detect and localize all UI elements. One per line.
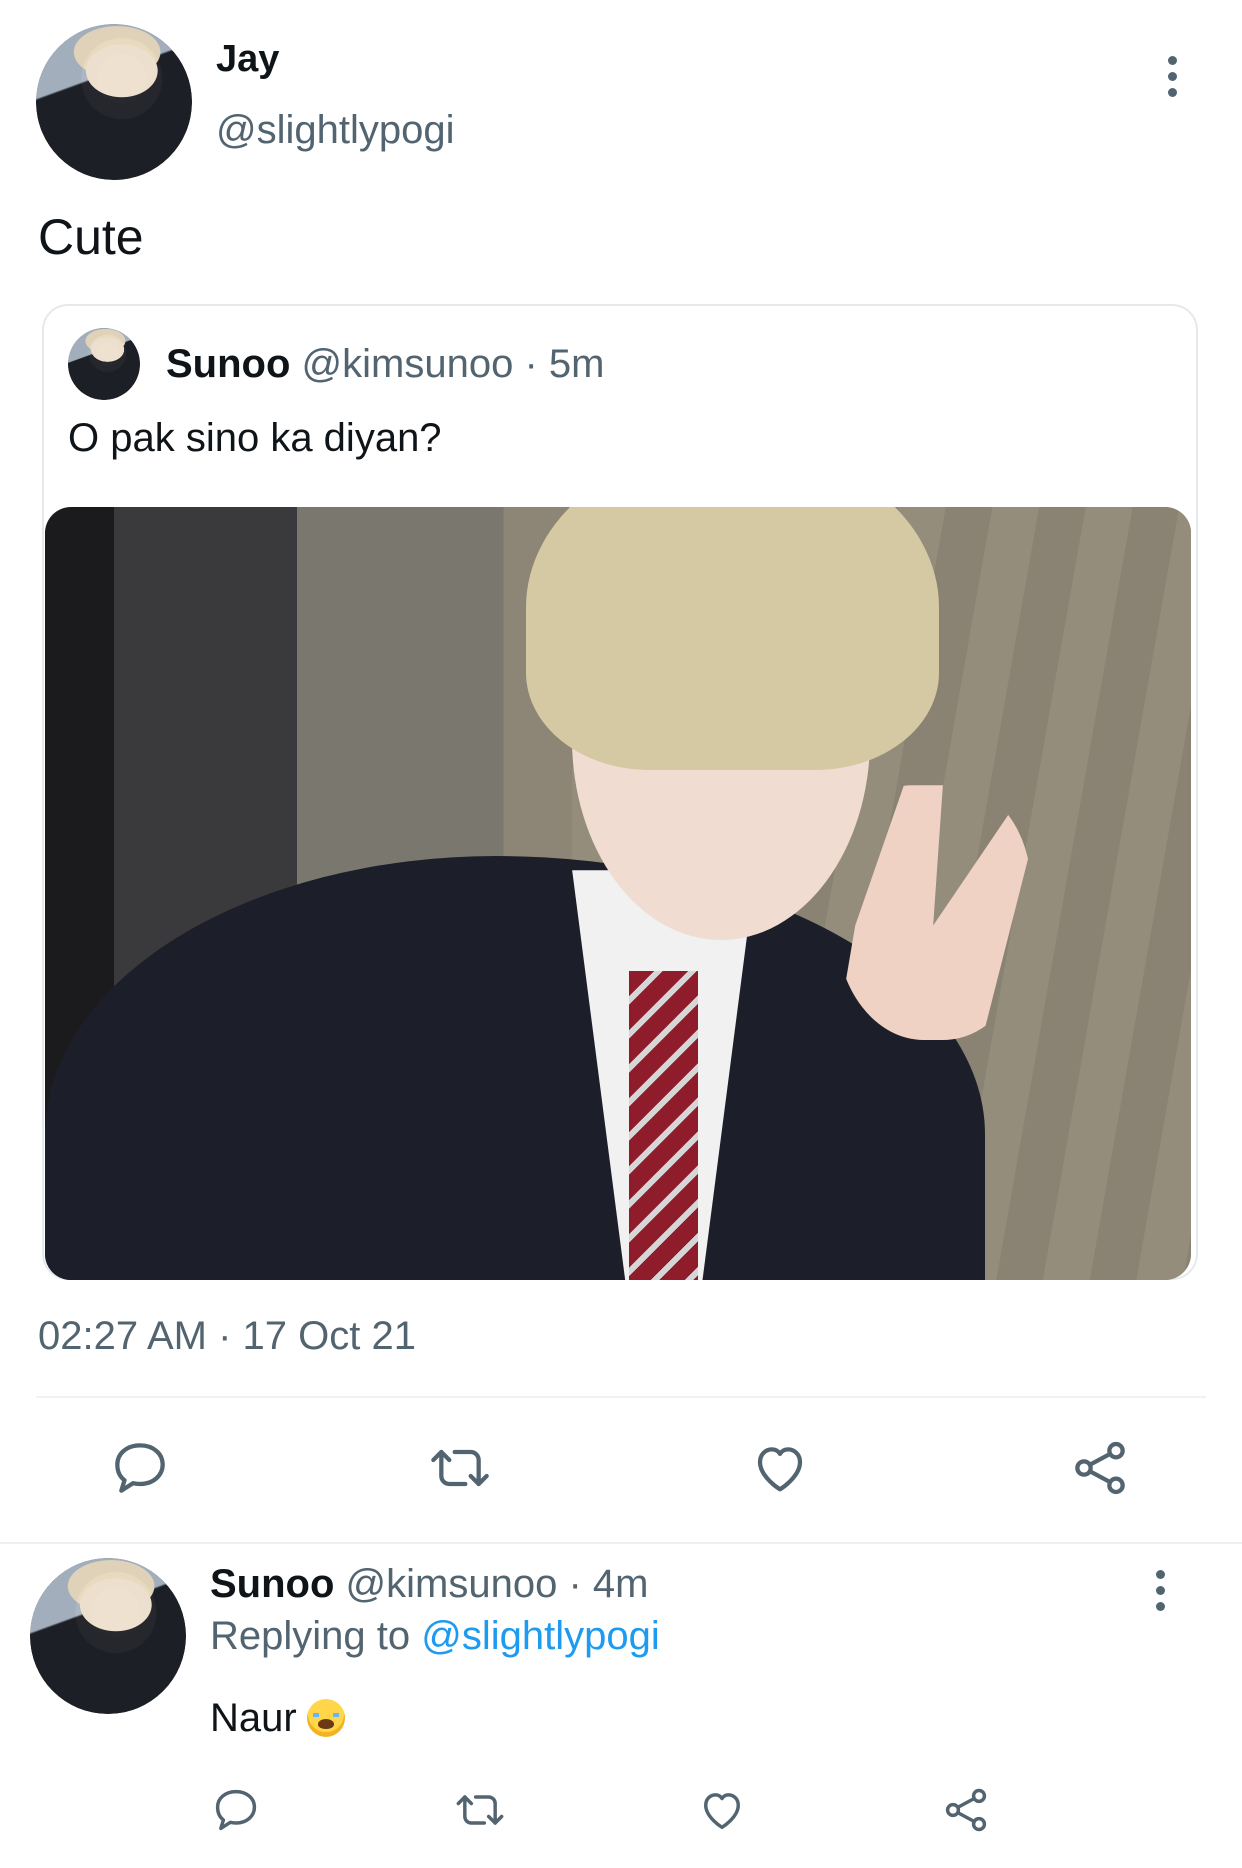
main-timestamp[interactable]: 02:27 AM · 17 Oct 21 — [38, 1314, 416, 1359]
quoted-tweet-text: O pak sino ka diyan? — [68, 416, 442, 460]
loudly-crying-face-emoji — [306, 1699, 345, 1737]
quoted-display-name[interactable]: Sunoo — [166, 342, 290, 386]
reply-text-line: Naur — [210, 1696, 345, 1741]
jay-avatar[interactable] — [36, 24, 192, 180]
photo-tie — [629, 970, 699, 1280]
main-tweet-text: Cute — [38, 209, 144, 265]
reply-reply-icon[interactable] — [210, 1784, 262, 1836]
timestamp-divider — [36, 1396, 1206, 1398]
reply-like-icon[interactable] — [696, 1784, 748, 1836]
replying-prefix: Replying to — [210, 1614, 411, 1658]
replying-to-line: Replying to @slightlypogi — [210, 1614, 660, 1659]
reply-more-vertical-icon[interactable] — [1148, 1570, 1172, 1616]
quoted-tweet-photo[interactable] — [45, 507, 1191, 1280]
reply-icon[interactable] — [108, 1436, 172, 1500]
reply-handle[interactable]: @kimsunoo — [346, 1562, 558, 1606]
share-icon[interactable] — [1068, 1436, 1132, 1500]
reply-display-name[interactable]: Sunoo — [210, 1562, 334, 1606]
quoted-handle[interactable]: @kimsunoo — [302, 342, 514, 386]
photo-hair — [526, 507, 939, 770]
quoted-time: · 5m — [524, 342, 605, 386]
reply-text: Naur — [210, 1696, 297, 1740]
retweet-icon[interactable] — [428, 1436, 492, 1500]
thread-divider — [0, 1542, 1242, 1544]
reply-retweet-icon[interactable] — [454, 1784, 506, 1836]
quoted-header: Sunoo @kimsunoo · 5m — [166, 342, 604, 387]
quoted-avatar[interactable] — [68, 328, 140, 400]
main-handle[interactable]: @slightlypogi — [216, 108, 455, 153]
reply-avatar[interactable] — [30, 1558, 186, 1714]
reply-time: · 4m — [568, 1562, 649, 1606]
like-icon[interactable] — [748, 1436, 812, 1500]
reply-share-icon[interactable] — [940, 1784, 992, 1836]
reply-header: Sunoo @kimsunoo · 4m — [210, 1562, 648, 1607]
replying-to-link[interactable]: @slightlypogi — [421, 1614, 660, 1658]
more-vertical-icon[interactable] — [1160, 56, 1184, 102]
main-display-name[interactable]: Jay — [216, 38, 279, 81]
